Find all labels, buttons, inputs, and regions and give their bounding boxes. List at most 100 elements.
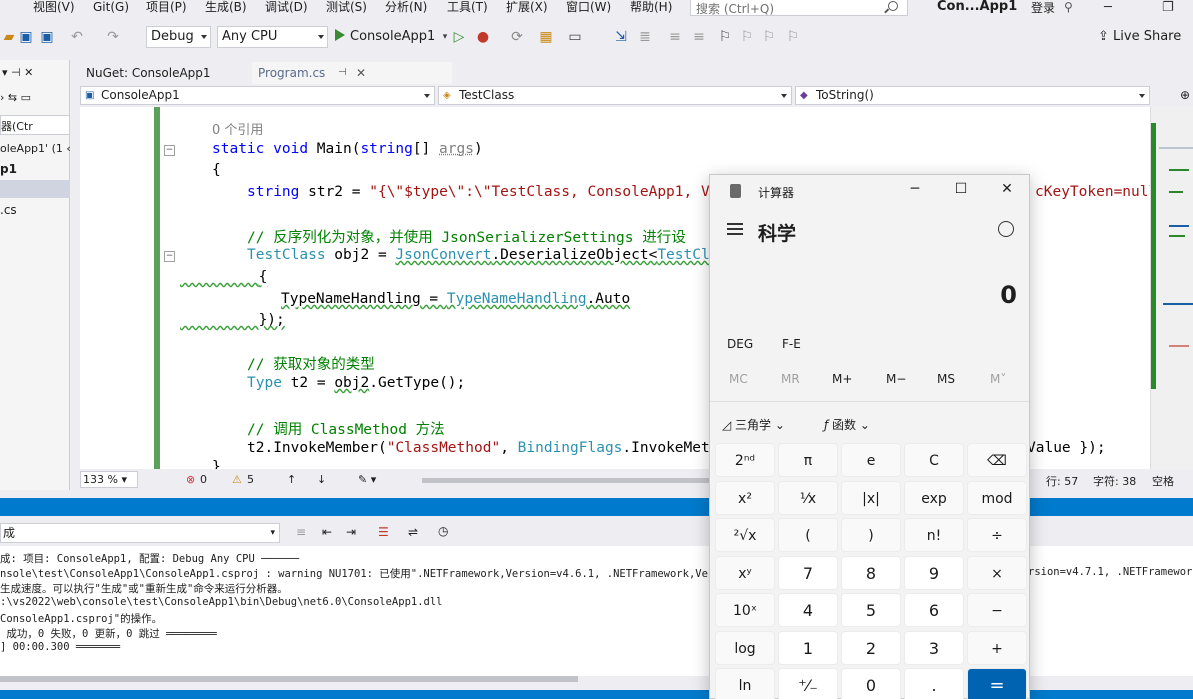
tree-item-file[interactable]: .cs [0,203,17,217]
tree-item-solution[interactable]: oleApp1' (1 ‹ [0,142,71,155]
solution-explorer-icon[interactable]: ▦ [537,28,555,46]
reference-count[interactable]: 0 个引用 [212,119,263,138]
clear-bookmarks-icon[interactable]: ⚐ [784,28,802,46]
second-button[interactable]: 2ⁿᵈ [715,443,775,477]
exp-button[interactable]: exp [904,481,964,515]
cleanup-icon[interactable]: ✎ ▾ [358,473,376,486]
solution-search-input[interactable]: 器(Ctr [0,115,70,135]
output-scrollbar[interactable] [0,676,578,682]
close-paren-button[interactable]: ) [841,518,901,552]
prev-bookmark-icon[interactable]: ⚐ [738,28,756,46]
clear-button[interactable]: C [904,443,964,477]
divide-button[interactable]: ÷ [967,518,1027,552]
prev-message-icon[interactable]: ⇤ [322,525,332,539]
search-input[interactable]: 搜索 (Ctrl+Q) [690,0,908,16]
word-wrap-icon[interactable]: ⇌ [408,525,418,539]
zoom-select[interactable]: 133 % ▾ [80,471,138,488]
factorial-button[interactable]: n! [904,518,964,552]
save-all-icon[interactable]: ▣ [38,28,56,46]
panel-tools[interactable]: › ⇆ ▭ [0,91,31,104]
menu-project[interactable]: 项目(P) [146,0,187,16]
minimize-icon[interactable]: ─ [1104,0,1112,15]
menu-debug[interactable]: 调试(D) [265,0,308,16]
memory-subtract-button[interactable]: M− [886,372,906,386]
calc-maximize-icon[interactable]: ☐ [946,181,976,201]
equals-button[interactable]: = [967,668,1027,699]
comment-icon[interactable]: ≡ [666,28,684,46]
digit-9-button[interactable]: 9 [904,556,964,590]
memory-recall-button[interactable]: MR [781,372,800,386]
menu-git[interactable]: Git(G) [93,0,129,16]
project-select[interactable]: ▣ ConsoleApp1 [80,86,435,105]
ten-power-button[interactable]: 10ˣ [715,593,775,627]
start-without-debug-icon[interactable]: ▷ [450,28,468,46]
fold-toggle-settings[interactable]: − [164,251,175,262]
config-select[interactable]: Debug [146,26,211,48]
history-icon[interactable] [998,221,1014,237]
menu-test[interactable]: 测试(S) [326,0,367,16]
undo-icon[interactable]: ↶ [68,28,86,46]
split-icon[interactable]: ⊕ [1180,88,1190,102]
sqrt-button[interactable]: ²√x [715,518,775,552]
tab-program-cs[interactable]: Program.cs ⊣ ✕ [252,62,452,84]
menu-help[interactable]: 帮助(H) [630,0,672,16]
bookmark-icon[interactable]: ⚐ [716,28,734,46]
decimal-button[interactable]: . [904,668,964,699]
calc-close-icon[interactable]: ✕ [992,181,1022,201]
next-issue-icon[interactable]: ↓ [317,473,326,486]
reciprocal-button[interactable]: ¹⁄x [778,481,838,515]
menu-analyze[interactable]: 分析(N) [385,0,427,16]
panel-dropdown-icon[interactable]: ▾ ⊣ ✕ [2,66,33,79]
abs-button[interactable]: |x| [841,481,901,515]
digit-6-button[interactable]: 6 [904,593,964,627]
save-icon[interactable]: ▣ [17,28,35,46]
digit-0-button[interactable]: 0 [841,668,901,699]
digit-2-button[interactable]: 2 [841,631,901,665]
class-select[interactable]: ◈ TestClass [438,86,792,105]
code-minimap[interactable] [1150,107,1193,469]
function-dropdown[interactable]: ƒ 函数 ⌄ [824,416,870,433]
power-button[interactable]: xʸ [715,556,775,590]
pin-icon[interactable]: ⊣ [338,62,347,84]
error-icon[interactable]: ⊗ [186,473,195,486]
restore-icon[interactable]: ❐ [1162,0,1174,15]
plus-button[interactable]: + [967,631,1027,665]
start-debug-button[interactable]: ConsoleApp1 [335,26,435,48]
uncomment-icon[interactable]: ≡ [690,28,708,46]
memory-add-button[interactable]: M+ [832,372,852,386]
digit-5-button[interactable]: 5 [841,593,901,627]
digit-3-button[interactable]: 3 [904,631,964,665]
refresh-icon[interactable]: ⟳ [508,28,526,46]
close-tab-icon[interactable]: ✕ [356,62,366,84]
digit-7-button[interactable]: 7 [778,556,838,590]
minus-button[interactable]: − [967,593,1027,627]
backspace-button[interactable]: ⌫ [967,443,1027,477]
pi-button[interactable]: π [778,443,838,477]
prev-issue-icon[interactable]: ↑ [287,473,296,486]
format-icon[interactable]: ≣ [636,28,654,46]
warning-count[interactable]: 5 [247,473,254,486]
clock-icon[interactable]: ◷ [438,524,448,538]
next-message-icon[interactable]: ⇥ [346,525,356,539]
negate-button[interactable]: ⁺⁄₋ [778,668,838,699]
live-share-button[interactable]: ⇪ Live Share [1098,29,1181,44]
deg-toggle[interactable]: DEG [727,337,753,351]
menu-extensions[interactable]: 扩展(X) [506,0,548,16]
menu-window[interactable]: 窗口(W) [566,0,611,16]
open-folder-icon[interactable]: ▰ [0,28,18,46]
login-link[interactable]: 登录 [1031,0,1055,16]
error-count[interactable]: 0 [200,473,207,486]
trig-dropdown[interactable]: ◿ 三角学 ⌄ [722,416,785,433]
multiply-button[interactable]: × [967,556,1027,590]
menu-tools[interactable]: 工具(T) [447,0,488,16]
user-icon[interactable]: ⚲ [1064,0,1076,12]
redo-icon[interactable]: ↷ [104,28,122,46]
fold-toggle-main[interactable]: − [164,145,175,156]
next-bookmark-icon[interactable]: ⚐ [760,28,778,46]
output-source-select[interactable]: 成 ▾ [0,523,280,543]
fe-toggle[interactable]: F-E [782,337,801,351]
clear-all-icon[interactable]: ☰ [378,525,389,539]
mod-button[interactable]: mod [967,481,1027,515]
menu-view[interactable]: 视图(V) [33,0,75,16]
warning-icon[interactable]: ⚠ [232,473,242,486]
